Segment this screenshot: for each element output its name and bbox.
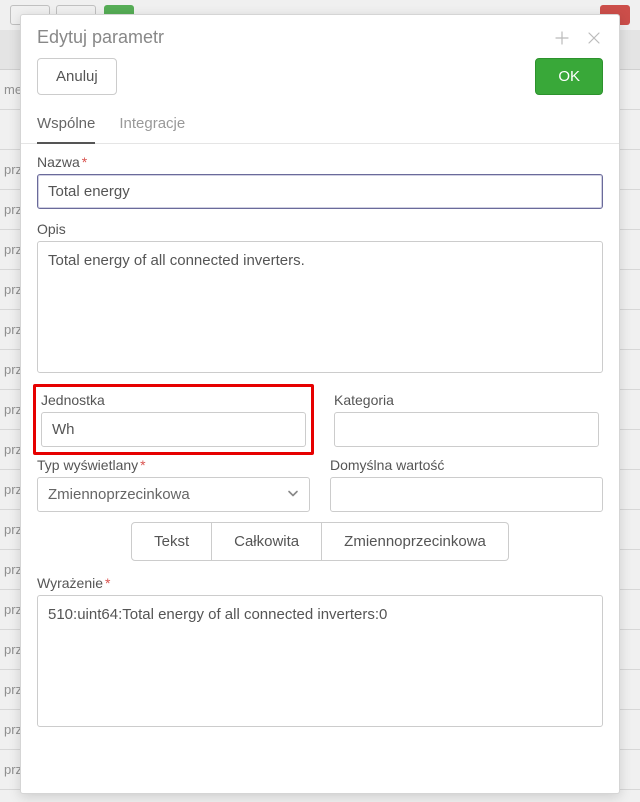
category-input[interactable] <box>334 412 599 447</box>
tabs: Wspólne Integracje <box>21 109 619 144</box>
unit-input[interactable] <box>41 412 306 447</box>
modal-header-actions <box>555 31 603 45</box>
add-icon[interactable] <box>555 31 571 45</box>
tab-common[interactable]: Wspólne <box>37 109 95 144</box>
display-type-select[interactable]: Zmiennoprzecinkowa <box>37 477 310 512</box>
form-body: Nazwa* Opis Total energy of all connecte… <box>21 144 619 742</box>
label-display-type: Typ wyświetlany* <box>37 457 310 473</box>
cancel-button[interactable]: Anuluj <box>37 58 117 95</box>
name-input[interactable] <box>37 174 603 209</box>
close-icon[interactable] <box>587 31 603 45</box>
desc-textarea[interactable]: Total energy of all connected inverters. <box>37 241 603 373</box>
type-segment-group: Tekst Całkowita Zmiennoprzecinkowa <box>37 522 603 561</box>
modal-title: Edytuj parametr <box>37 27 164 48</box>
modal-header: Edytuj parametr <box>21 15 619 58</box>
label-desc: Opis <box>37 221 603 237</box>
field-unit: Jednostka <box>37 388 310 451</box>
label-unit: Jednostka <box>41 392 306 408</box>
field-desc: Opis Total energy of all connected inver… <box>37 221 603 376</box>
modal-button-row: Anuluj OK <box>21 58 619 109</box>
edit-parameter-modal: Edytuj parametr Anuluj OK Wspólne Integr… <box>20 14 620 794</box>
label-expression: Wyrażenie* <box>37 575 603 591</box>
ok-button[interactable]: OK <box>535 58 603 95</box>
field-expression: Wyrażenie* 510:uint64:Total energy of al… <box>37 575 603 730</box>
label-category: Kategoria <box>334 392 599 408</box>
field-category: Kategoria <box>330 388 603 451</box>
row-type-default: Typ wyświetlany* Zmiennoprzecinkowa Domy… <box>37 457 603 512</box>
segment-int[interactable]: Całkowita <box>212 522 322 561</box>
label-default-value: Domyślna wartość <box>330 457 603 473</box>
default-value-input[interactable] <box>330 477 603 512</box>
field-display-type: Typ wyświetlany* Zmiennoprzecinkowa <box>37 457 310 512</box>
row-unit-category: Jednostka Kategoria <box>37 388 603 451</box>
expression-textarea[interactable]: 510:uint64:Total energy of all connected… <box>37 595 603 727</box>
display-type-select-wrap: Zmiennoprzecinkowa <box>37 477 310 512</box>
segment-float[interactable]: Zmiennoprzecinkowa <box>322 522 509 561</box>
field-name: Nazwa* <box>37 154 603 209</box>
tab-integrations[interactable]: Integracje <box>119 109 185 143</box>
label-name: Nazwa* <box>37 154 603 170</box>
field-default-value: Domyślna wartość <box>330 457 603 512</box>
segment-text[interactable]: Tekst <box>131 522 212 561</box>
